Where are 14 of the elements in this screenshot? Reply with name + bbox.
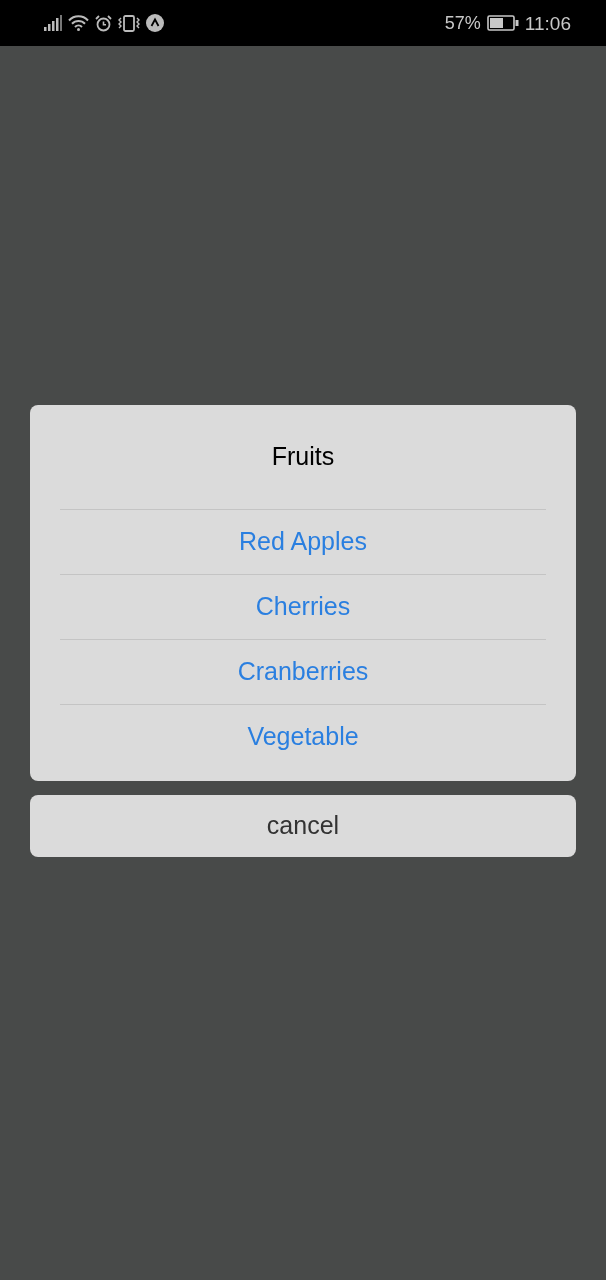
caret-circle-icon — [146, 14, 164, 32]
battery-percentage: 57% — [444, 14, 481, 32]
sheet-option[interactable]: Red Apples — [60, 509, 546, 574]
cancel-button[interactable]: cancel — [30, 795, 576, 857]
sheet-option[interactable]: Cherries — [60, 574, 546, 639]
vibrate-icon — [118, 14, 140, 32]
status-time: 11:06 — [524, 13, 571, 33]
sheet-option[interactable]: Cranberries — [60, 639, 546, 704]
battery-icon — [486, 15, 519, 31]
sheet-option[interactable]: Vegetable — [60, 704, 546, 769]
wifi-icon — [68, 15, 89, 31]
signal-icon — [44, 15, 62, 31]
sheet-title: Fruits — [270, 441, 336, 473]
alarm-clock-icon — [95, 14, 112, 32]
